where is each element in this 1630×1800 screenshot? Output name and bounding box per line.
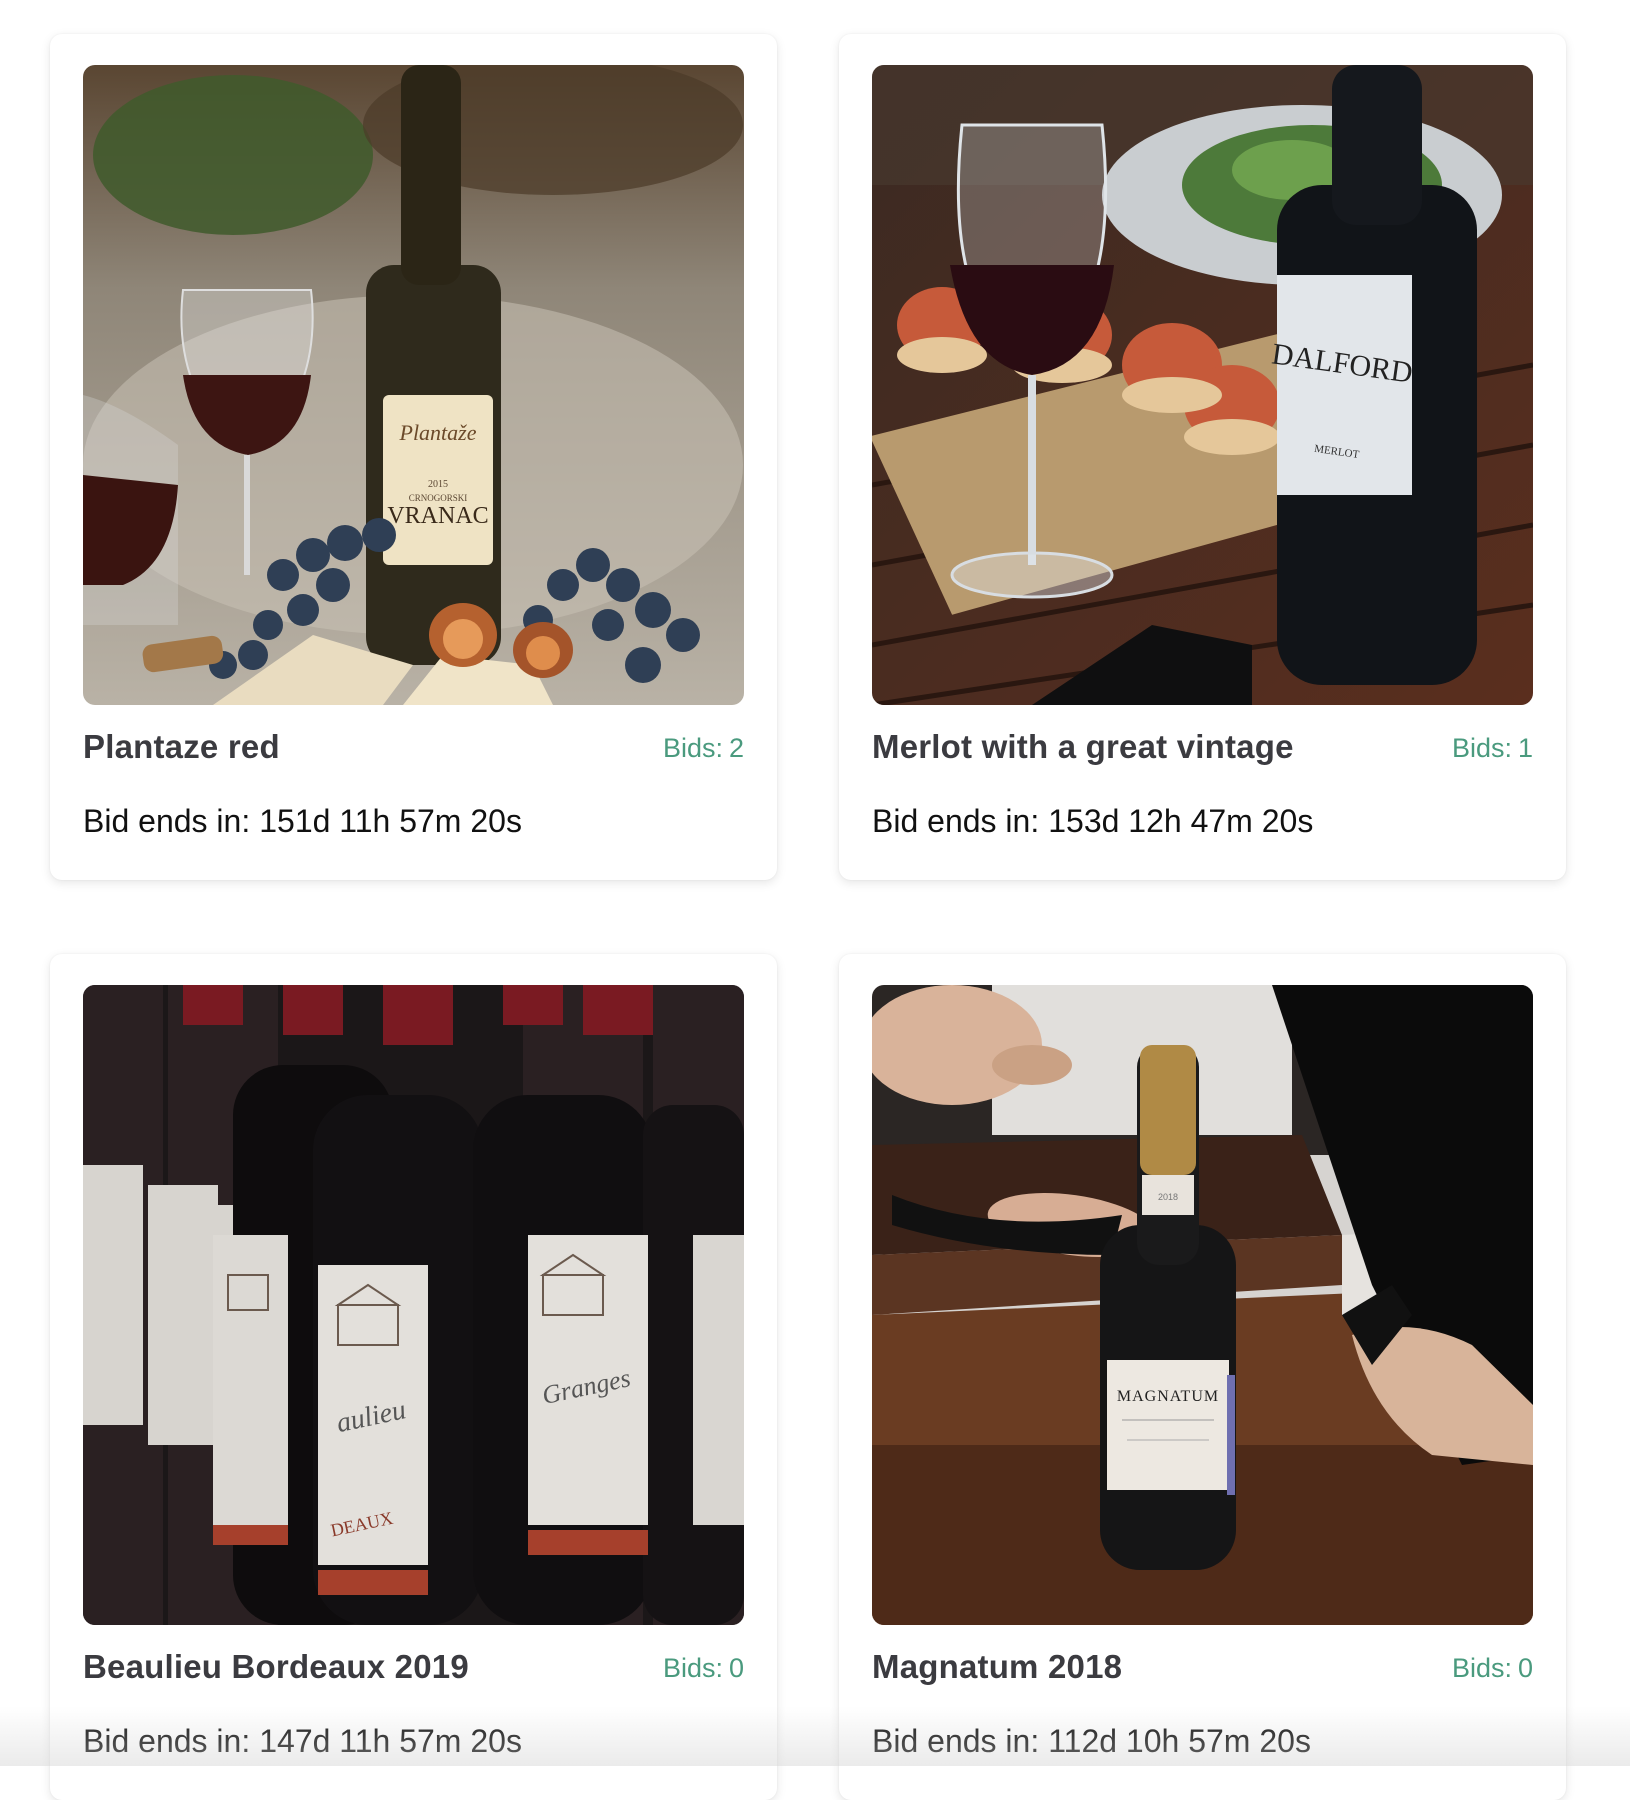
listing-photo[interactable]: 2018 MAGNATUM [872, 985, 1533, 1625]
bid-ends-value: 147d 11h 57m 20s [259, 1723, 522, 1759]
listing-card-beaulieu[interactable]: aulieu Granges DEAUX Beaulieu Bordeaux 2… [50, 954, 777, 1800]
wine-photo-image: DALFORD MERLOT [872, 65, 1533, 705]
listing-title[interactable]: Plantaze red [83, 728, 280, 766]
listing-grid: Plantaže 2015 CRNOGORSKI VRANAC Plantaze… [50, 34, 1566, 1800]
bids-label: Bids: [1451, 733, 1512, 763]
bid-ends-label: Bid ends in: [83, 1723, 251, 1759]
bids-value: 1 [1517, 733, 1533, 763]
wine-photo-image: aulieu Granges DEAUX [83, 985, 744, 1625]
listing-title[interactable]: Magnatum 2018 [872, 1648, 1122, 1686]
bid-ends-value: 153d 12h 47m 20s [1048, 803, 1314, 839]
bids-count: Bids: 2 [663, 733, 744, 764]
bid-ends-value: 151d 11h 57m 20s [259, 803, 522, 839]
label-region-text: CRNOGORSKI [409, 493, 468, 503]
bid-ends-label: Bid ends in: [872, 1723, 1040, 1759]
label-year-text: 2015 [428, 479, 448, 490]
bids-value: 0 [1517, 1653, 1533, 1683]
listing-photo[interactable]: aulieu Granges DEAUX [83, 985, 744, 1625]
bids-label: Bids: [1451, 1653, 1512, 1683]
bid-countdown: Bid ends in: 112d 10h 57m 20s [872, 1723, 1311, 1760]
bids-value: 0 [728, 1653, 744, 1683]
bid-ends-label: Bid ends in: [83, 803, 251, 839]
listing-title[interactable]: Beaulieu Bordeaux 2019 [83, 1648, 469, 1686]
label-brand-text: Plantaže [399, 420, 477, 445]
bids-count: Bids: 1 [1452, 733, 1533, 764]
label-year-text: 2018 [1158, 1192, 1178, 1202]
listing-card-plantaze[interactable]: Plantaže 2015 CRNOGORSKI VRANAC Plantaze… [50, 34, 777, 880]
listing-card-magnatum[interactable]: 2018 MAGNATUM Magnatum 2018 Bids: 0 Bid e… [839, 954, 1566, 1800]
bids-count: Bids: 0 [663, 1653, 744, 1684]
listing-photo[interactable]: Plantaže 2015 CRNOGORSKI VRANAC [83, 65, 744, 705]
bid-ends-label: Bid ends in: [872, 803, 1040, 839]
wine-photo-image: 2018 MAGNATUM [872, 985, 1533, 1625]
wine-photo-image: Plantaže 2015 CRNOGORSKI VRANAC [83, 65, 744, 705]
label-variety-text: VRANAC [387, 503, 488, 529]
listing-photo[interactable]: DALFORD MERLOT [872, 65, 1533, 705]
bid-countdown: Bid ends in: 147d 11h 57m 20s [83, 1723, 522, 1760]
bid-ends-value: 112d 10h 57m 20s [1048, 1723, 1311, 1759]
bids-count: Bids: 0 [1452, 1653, 1533, 1684]
bid-countdown: Bid ends in: 153d 12h 47m 20s [872, 803, 1313, 840]
bids-label: Bids: [662, 1653, 723, 1683]
listing-card-merlot[interactable]: DALFORD MERLOT Merlot with a great vinta… [839, 34, 1566, 880]
listing-title[interactable]: Merlot with a great vintage [872, 728, 1294, 766]
bids-value: 2 [728, 733, 744, 763]
bids-label: Bids: [662, 733, 723, 763]
bid-countdown: Bid ends in: 151d 11h 57m 20s [83, 803, 522, 840]
label-brand-text: MAGNATUM [1117, 1388, 1219, 1405]
